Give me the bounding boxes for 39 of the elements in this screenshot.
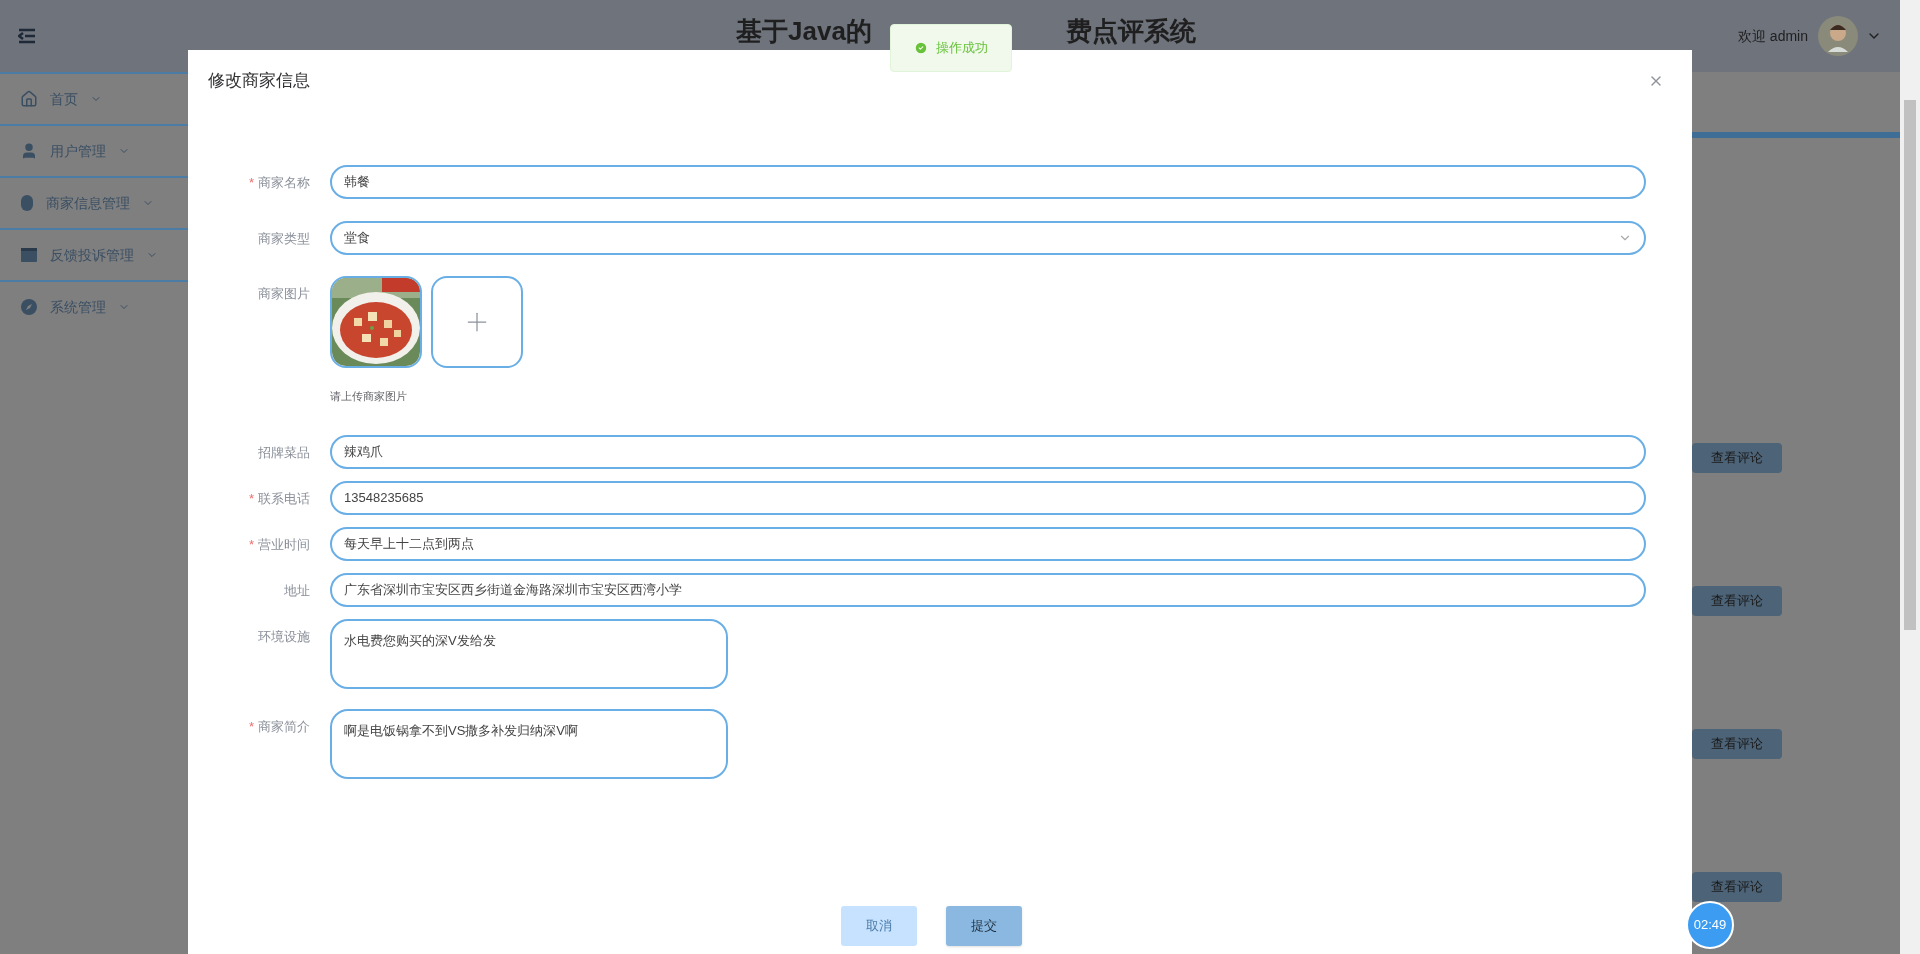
- site-title: 费点评系统: [1066, 16, 1196, 46]
- field-label: 地址: [284, 581, 310, 600]
- dialog-title: 修改商家信息: [208, 70, 310, 93]
- success-toast: 操作成功: [890, 24, 1012, 72]
- view-comments-button[interactable]: 查看评论: [1692, 586, 1782, 616]
- site-title: 基于Java的: [736, 16, 873, 46]
- input-field[interactable]: 广东省深圳市宝安区西乡街道金海路深圳市宝安区西湾小学: [330, 572, 1646, 607]
- home-icon: [20, 90, 38, 108]
- input-field[interactable]: 每天早上十二点到两点: [330, 526, 1646, 561]
- field-label: * 商家名称: [248, 174, 310, 192]
- timer-badge: 02:49: [1686, 901, 1734, 949]
- view-comments-button[interactable]: 查看评论: [1692, 443, 1782, 473]
- select-field[interactable]: 堂食: [330, 221, 1646, 255]
- dialog-button[interactable]: 提交: [946, 906, 1022, 946]
- field-label: 招牌菜品: [258, 443, 310, 462]
- view-comments-button[interactable]: 查看评论: [1692, 872, 1782, 902]
- textarea-field[interactable]: 啊是电饭锅拿不到VS撒多补发归纳深V啊: [330, 708, 728, 779]
- welcome-text: 欢迎 admin: [1737, 26, 1808, 46]
- input-field[interactable]: 韩餐: [330, 165, 1646, 199]
- scrollbar[interactable]: [1900, 0, 1920, 954]
- upload-button[interactable]: [431, 276, 523, 368]
- mouse-icon: [20, 194, 34, 212]
- check-icon: [914, 41, 928, 55]
- upload-hint: 请上传商家图片: [330, 389, 408, 404]
- field-label: 商家图片: [258, 285, 310, 303]
- field-label: 商家类型: [258, 230, 310, 248]
- user-icon: [20, 142, 38, 160]
- field-label: * 商家简介: [248, 717, 310, 736]
- avatar[interactable]: [1818, 16, 1858, 56]
- compass-icon: [20, 298, 38, 316]
- card-icon: [20, 247, 38, 263]
- field-label: * 营业时间: [248, 535, 310, 554]
- field-label: 环境设施: [258, 627, 310, 646]
- input-field[interactable]: 辣鸡爪: [330, 434, 1646, 469]
- textarea-field[interactable]: 水电费您购买的深V发给发: [330, 618, 728, 689]
- input-field[interactable]: 13548235685: [330, 480, 1646, 515]
- menu-icon[interactable]: [18, 28, 36, 44]
- view-comments-button[interactable]: 查看评论: [1692, 729, 1782, 759]
- field-label: * 联系电话: [248, 489, 310, 508]
